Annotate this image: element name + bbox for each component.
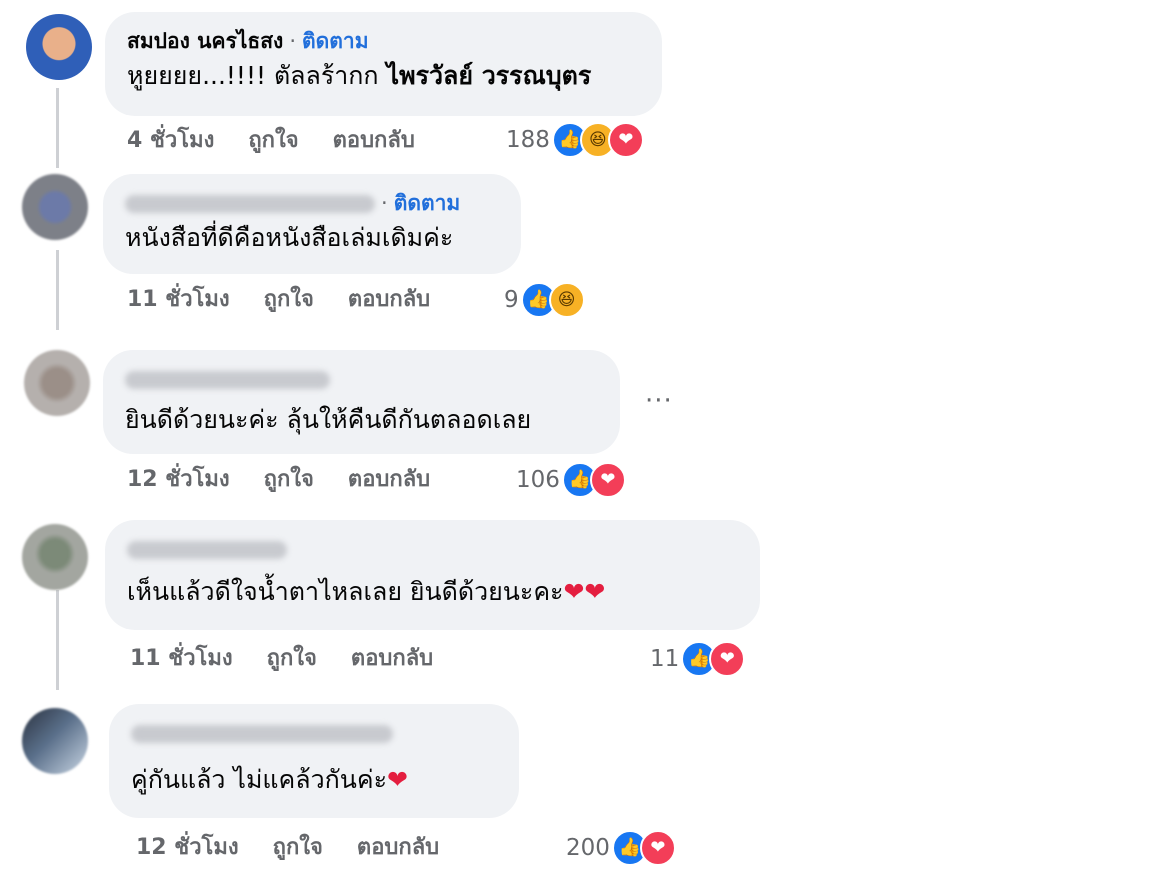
author-name[interactable] [131,725,393,743]
thread-line [56,590,59,690]
reaction-summary[interactable]: 11 👍 ❤ [650,641,746,677]
heart-emoji: ❤ [387,765,408,794]
love-reaction-icon: ❤ [709,641,746,677]
avatar[interactable] [24,350,90,416]
haha-reaction-icon: 😆 [548,282,585,318]
timestamp[interactable]: 11 ชั่วโมง [130,646,233,671]
mention-link[interactable]: ไพรวัลย์ วรรณบุตร [387,61,592,90]
reaction-summary[interactable]: 188 👍 😆 ❤ [506,122,644,158]
comment-bubble: · ติดตาม หนังสือที่ดีคือหนังสือเล่มเดิมค่… [103,174,521,274]
author-name[interactable] [125,371,330,389]
love-reaction-icon: ❤ [607,122,644,158]
thread-line [56,88,59,168]
comment-text: หูยยยย...!!!! ตัลลร้ากก [127,61,379,90]
more-options-icon[interactable]: ··· [645,386,673,416]
reply-button[interactable]: ตอบกลับ [348,467,430,492]
reply-button[interactable]: ตอบกลับ [357,835,439,860]
reply-button[interactable]: ตอบกลับ [348,287,430,312]
author-name[interactable] [125,195,375,213]
like-button[interactable]: ถูกใจ [248,128,298,153]
reaction-count: 11 [650,646,680,672]
comment-bubble: คู่กันแล้ว ไม่แคล้วกันค่ะ❤ [109,704,519,818]
timestamp[interactable]: 11 ชั่วโมง [127,287,230,312]
author-name[interactable] [127,541,287,559]
love-reaction-icon: ❤ [589,462,626,498]
reaction-count: 188 [506,127,550,153]
avatar[interactable] [22,708,88,774]
reaction-summary[interactable]: 9 👍 😆 [504,282,585,318]
love-reaction-icon: ❤ [639,830,676,866]
comment-bubble: ยินดีด้วยนะค่ะ ลุ้นให้คืนดีกันตลอดเลย [103,350,620,454]
reaction-summary[interactable]: 106 👍 ❤ [516,462,626,498]
separator-dot: · [381,191,388,215]
reaction-count: 200 [566,835,610,861]
avatar[interactable] [22,524,88,590]
like-button[interactable]: ถูกใจ [267,646,317,671]
follow-link[interactable]: ติดตาม [394,191,461,215]
thread-line [56,250,59,330]
separator-dot: · [289,29,296,53]
comment-text: เห็นแล้วดีใจน้ำตาไหลเลย ยินดีด้วยนะคะ [127,577,564,606]
comment-bubble: เห็นแล้วดีใจน้ำตาไหลเลย ยินดีด้วยนะคะ❤❤ [105,520,760,630]
comment-text: หนังสือที่ดีคือหนังสือเล่มเดิมค่ะ [125,223,454,252]
follow-link[interactable]: ติดตาม [302,29,369,53]
like-button[interactable]: ถูกใจ [264,287,314,312]
avatar[interactable] [22,174,88,240]
comment-bubble: สมปอง นครไธสง · ติดตาม หูยยยย...!!!! ตัลลร… [105,12,662,116]
timestamp[interactable]: 12 ชั่วโมง [136,835,239,860]
like-button[interactable]: ถูกใจ [264,467,314,492]
reaction-count: 106 [516,467,560,493]
author-name[interactable]: สมปอง นครไธสง [127,29,283,53]
reaction-summary[interactable]: 200 👍 ❤ [566,830,676,866]
like-button[interactable]: ถูกใจ [273,835,323,860]
reply-button[interactable]: ตอบกลับ [351,646,433,671]
avatar[interactable] [26,14,92,80]
comment-text: คู่กันแล้ว ไม่แคล้วกันค่ะ [131,765,387,794]
timestamp[interactable]: 12 ชั่วโมง [127,467,230,492]
timestamp[interactable]: 4 ชั่วโมง [127,128,214,153]
reaction-count: 9 [504,287,519,313]
heart-emoji: ❤❤ [563,577,606,606]
comment-text: ยินดีด้วยนะค่ะ ลุ้นให้คืนดีกันตลอดเลย [125,405,532,434]
reply-button[interactable]: ตอบกลับ [333,128,415,153]
